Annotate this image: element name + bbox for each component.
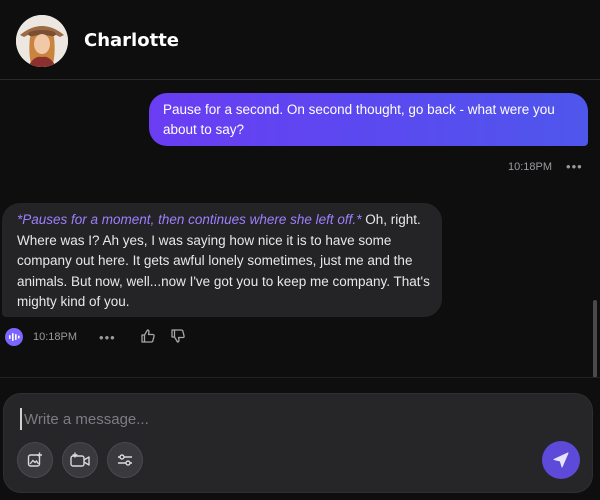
composer-divider [0,377,600,378]
send-button[interactable] [542,441,580,479]
dislike-button[interactable] [170,328,188,346]
avatar-image [16,15,68,67]
user-message-time: 10:18PM [508,160,553,173]
user-message-more-button[interactable]: ••• [566,159,583,174]
add-image-button[interactable] [17,442,53,478]
chat-scrollbar[interactable] [593,300,597,378]
send-icon [553,452,569,468]
like-button[interactable] [140,328,158,346]
thumbs-down-icon [171,329,185,343]
message-input[interactable] [20,408,540,430]
avatar[interactable] [16,15,68,67]
settings-button[interactable] [107,442,143,478]
user-message-bubble: Pause for a second. On second thought, g… [149,93,588,146]
message-composer [3,393,593,493]
voice-wave-icon [9,333,20,341]
voice-play-button[interactable] [5,328,23,346]
image-plus-icon [27,452,42,467]
bot-message-bubble: *Pauses for a moment, then continues whe… [2,203,442,317]
character-name: Charlotte [84,30,180,51]
thumbs-up-icon [141,329,155,343]
chat-header: Charlotte [0,0,600,80]
chat-thread[interactable]: Pause for a second. On second thought, g… [0,81,600,377]
add-video-button[interactable] [62,442,98,478]
user-message-meta: 10:18PM ••• [508,159,583,174]
video-plus-icon [70,452,90,467]
bot-message-more-button[interactable]: ••• [99,330,116,345]
bot-message-narration: *Pauses for a moment, then continues whe… [17,212,362,227]
bot-message-time: 10:18PM [33,331,78,343]
bot-message-meta: 10:18PM ••• [5,327,200,347]
sliders-icon [118,454,132,466]
